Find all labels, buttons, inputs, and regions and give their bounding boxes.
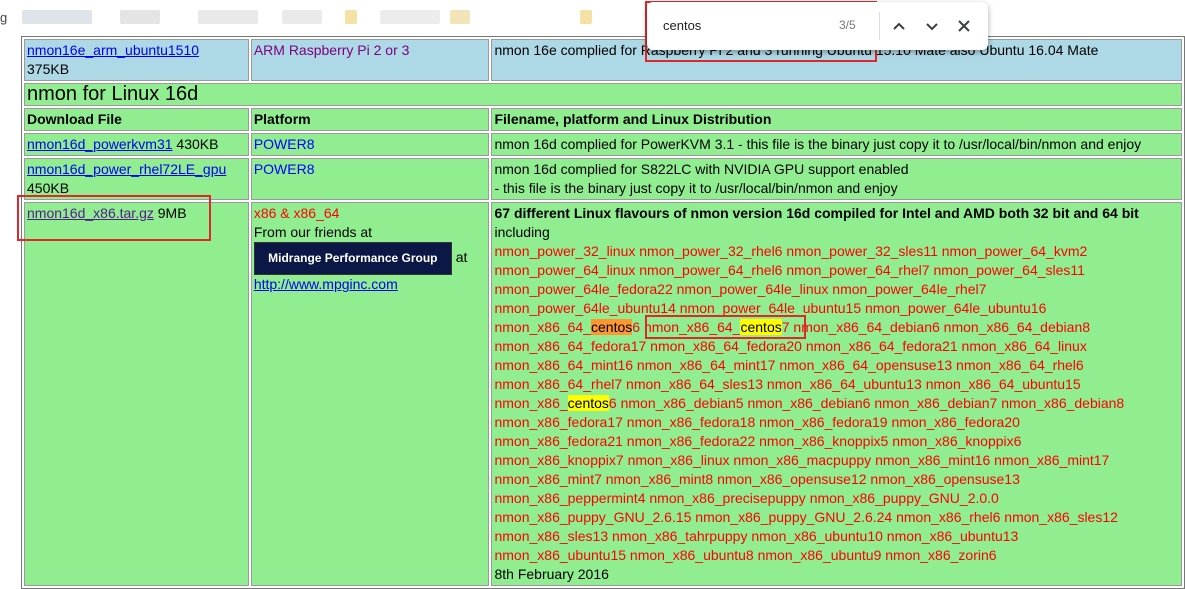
at-text: at xyxy=(451,249,468,266)
annotation-box-download xyxy=(17,195,211,241)
binary-list-line: nmon_x86_64_fedora17 nmon_x86_64_fedora2… xyxy=(494,338,1087,354)
column-header: Platform xyxy=(250,108,490,131)
binary-list-line: nmon_power_64le_fedora22 nmon_power_64le… xyxy=(494,281,987,297)
annotation-box-centos7 xyxy=(645,315,806,339)
find-divider xyxy=(879,12,880,40)
blurred-bookmark[interactable] xyxy=(198,10,258,24)
download-cell: nmon16d_powerkvm31 430KB xyxy=(24,133,249,156)
binary-name-part: 6 nmon_x86_debian5 nmon_x86_debian6 nmon… xyxy=(608,395,1125,411)
blurred-bookmark[interactable] xyxy=(345,10,357,24)
binary-list-line: nmon_x86_puppy_GNU_2.6.15 nmon_x86_puppy… xyxy=(494,509,1118,525)
find-input[interactable]: centos xyxy=(663,18,701,33)
logo-text: Midrange Performance Group xyxy=(268,251,438,265)
binary-list: nmon_power_32_linux nmon_power_32_rhel6 … xyxy=(494,243,1124,563)
including-text: including xyxy=(494,224,550,240)
description-text: - this file is the binary just copy it t… xyxy=(494,180,898,196)
description-cell: 67 different Linux flavours of nmon vers… xyxy=(491,202,1182,586)
platform-text: ARM Raspberry Pi 2 or 3 xyxy=(253,42,410,58)
column-header: Filename, platform and Linux Distributio… xyxy=(491,108,1182,131)
find-bar: centos 3/5 xyxy=(647,2,988,50)
table-row: nmon16e_arm_ubuntu1510 375KB ARM Raspber… xyxy=(24,39,1182,81)
chevron-up-icon xyxy=(893,22,905,30)
blurred-bookmark[interactable] xyxy=(580,10,592,24)
binary-list-line: nmon_x86_knoppix7 nmon_x86_linux nmon_x8… xyxy=(494,452,1110,468)
binary-list-line: nmon_x86_fedora21 nmon_x86_fedora22 nmon… xyxy=(494,433,1022,449)
table-row: nmon for Linux 16d xyxy=(24,83,1182,106)
platform-text: POWER8 xyxy=(253,136,315,152)
file-size: 450KB xyxy=(27,180,70,196)
blurred-bookmark[interactable] xyxy=(120,10,160,24)
nmon-download-table: nmon16e_arm_ubuntu1510 375KB ARM Raspber… xyxy=(21,36,1185,589)
chevron-down-icon xyxy=(926,23,938,31)
find-next-button[interactable] xyxy=(920,14,944,38)
download-cell: nmon16d_power_rhel72LE_gpu 450KB xyxy=(24,158,249,200)
binary-list-line: nmon_power_64_linux nmon_power_64_rhel6 … xyxy=(494,262,1085,278)
download-link[interactable]: nmon16d_power_rhel72LE_gpu xyxy=(27,161,226,177)
binary-list-line: nmon_x86_ubuntu15 nmon_x86_ubuntu8 nmon_… xyxy=(494,547,997,563)
binary-list-line: nmon_x86_peppermint4 nmon_x86_precisepup… xyxy=(494,490,999,506)
column-header: Download File xyxy=(24,108,249,131)
platform-text: POWER8 xyxy=(253,161,315,177)
find-close-button[interactable] xyxy=(952,14,976,38)
binary-list-line: nmon_power_64le_ubuntu14 nmon_power_64le… xyxy=(494,300,1047,316)
file-size: 375KB xyxy=(27,61,70,77)
binary-name-part: nmon_x86_64_debian6 nmon_x86_64_debian8 xyxy=(789,319,1091,335)
release-date: 8th February 2016 xyxy=(494,566,609,582)
table-header-row: Download File Platform Filename, platfor… xyxy=(24,108,1182,131)
table-row: nmon16d_powerkvm31 430KB POWER8 nmon 16d… xyxy=(24,133,1182,156)
binary-name-part: nmon_x86_64_ xyxy=(494,319,592,335)
description-text: nmon 16d complied for S822LC with NVIDIA… xyxy=(494,161,909,177)
description-cell: nmon 16d complied for S822LC with NVIDIA… xyxy=(491,158,1182,200)
binary-list-line: nmon_x86_mint7 nmon_x86_mint8 nmon_x86_o… xyxy=(494,471,1020,487)
friends-text: From our friends at xyxy=(253,224,373,240)
mpg-url-link[interactable]: http://www.mpginc.com xyxy=(254,276,398,292)
binary-list-line: nmon_x86_64_rhel7 nmon_x86_64_sles13 nmo… xyxy=(494,376,1081,392)
section-title: nmon for Linux 16d xyxy=(24,83,1182,106)
close-icon xyxy=(958,20,970,32)
blurred-bookmark[interactable] xyxy=(450,10,470,24)
platform-cell: POWER8 xyxy=(250,158,490,200)
binary-list-line: nmon_x86_64_mint16 nmon_x86_64_mint17 nm… xyxy=(494,357,1084,373)
find-highlight: centos xyxy=(567,395,609,411)
find-match-count: 3/5 xyxy=(839,18,856,32)
download-link[interactable]: nmon16d_powerkvm31 xyxy=(27,136,173,152)
file-size: 430KB xyxy=(172,136,219,152)
bookmarks-bar: g xyxy=(0,0,1185,34)
platform-cell: x86 & x86_64 From our friends at Midrang… xyxy=(250,202,490,586)
binary-list-line: nmon_x86_fedora17 nmon_x86_fedora18 nmon… xyxy=(494,414,1020,430)
mpg-logo[interactable]: Midrange Performance Group xyxy=(253,242,452,275)
table-row: nmon16d_x86.tar.gz 9MB x86 & x86_64 From… xyxy=(24,202,1182,586)
table-row: nmon16d_power_rhel72LE_gpu 450KB POWER8 … xyxy=(24,158,1182,200)
platform-cell: POWER8 xyxy=(250,133,490,156)
description-text: nmon 16d complied for PowerKVM 3.1 - thi… xyxy=(494,136,1142,152)
binary-name-part: nmon_x86_ xyxy=(494,395,568,411)
find-previous-button[interactable] xyxy=(887,14,911,38)
platform-text: x86 & x86_64 xyxy=(253,205,340,221)
binary-name-part: 6 xyxy=(632,319,644,335)
blurred-bookmark[interactable] xyxy=(380,10,440,24)
binary-list-line: nmon_power_32_linux nmon_power_32_rhel6 … xyxy=(494,243,1088,259)
binary-list-line: nmon_x86_sles13 nmon_x86_tahrpuppy nmon_… xyxy=(494,528,1019,544)
description-cell: nmon 16d complied for PowerKVM 3.1 - thi… xyxy=(491,133,1182,156)
download-cell: nmon16d_x86.tar.gz 9MB xyxy=(24,202,249,586)
find-highlight-current: centos xyxy=(591,319,633,335)
distribution-title: 67 different Linux flavours of nmon vers… xyxy=(494,205,1139,221)
download-cell: nmon16e_arm_ubuntu1510 375KB xyxy=(24,39,249,81)
blurred-bookmark[interactable] xyxy=(282,10,322,24)
binary-list-line: nmon_x86_centos6 nmon_x86_debian5 nmon_x… xyxy=(494,395,1124,411)
blurred-bookmark[interactable] xyxy=(22,10,92,24)
download-link[interactable]: nmon16e_arm_ubuntu1510 xyxy=(27,42,199,58)
platform-cell: ARM Raspberry Pi 2 or 3 xyxy=(250,39,490,81)
bookmark-fragment: g xyxy=(0,10,8,25)
